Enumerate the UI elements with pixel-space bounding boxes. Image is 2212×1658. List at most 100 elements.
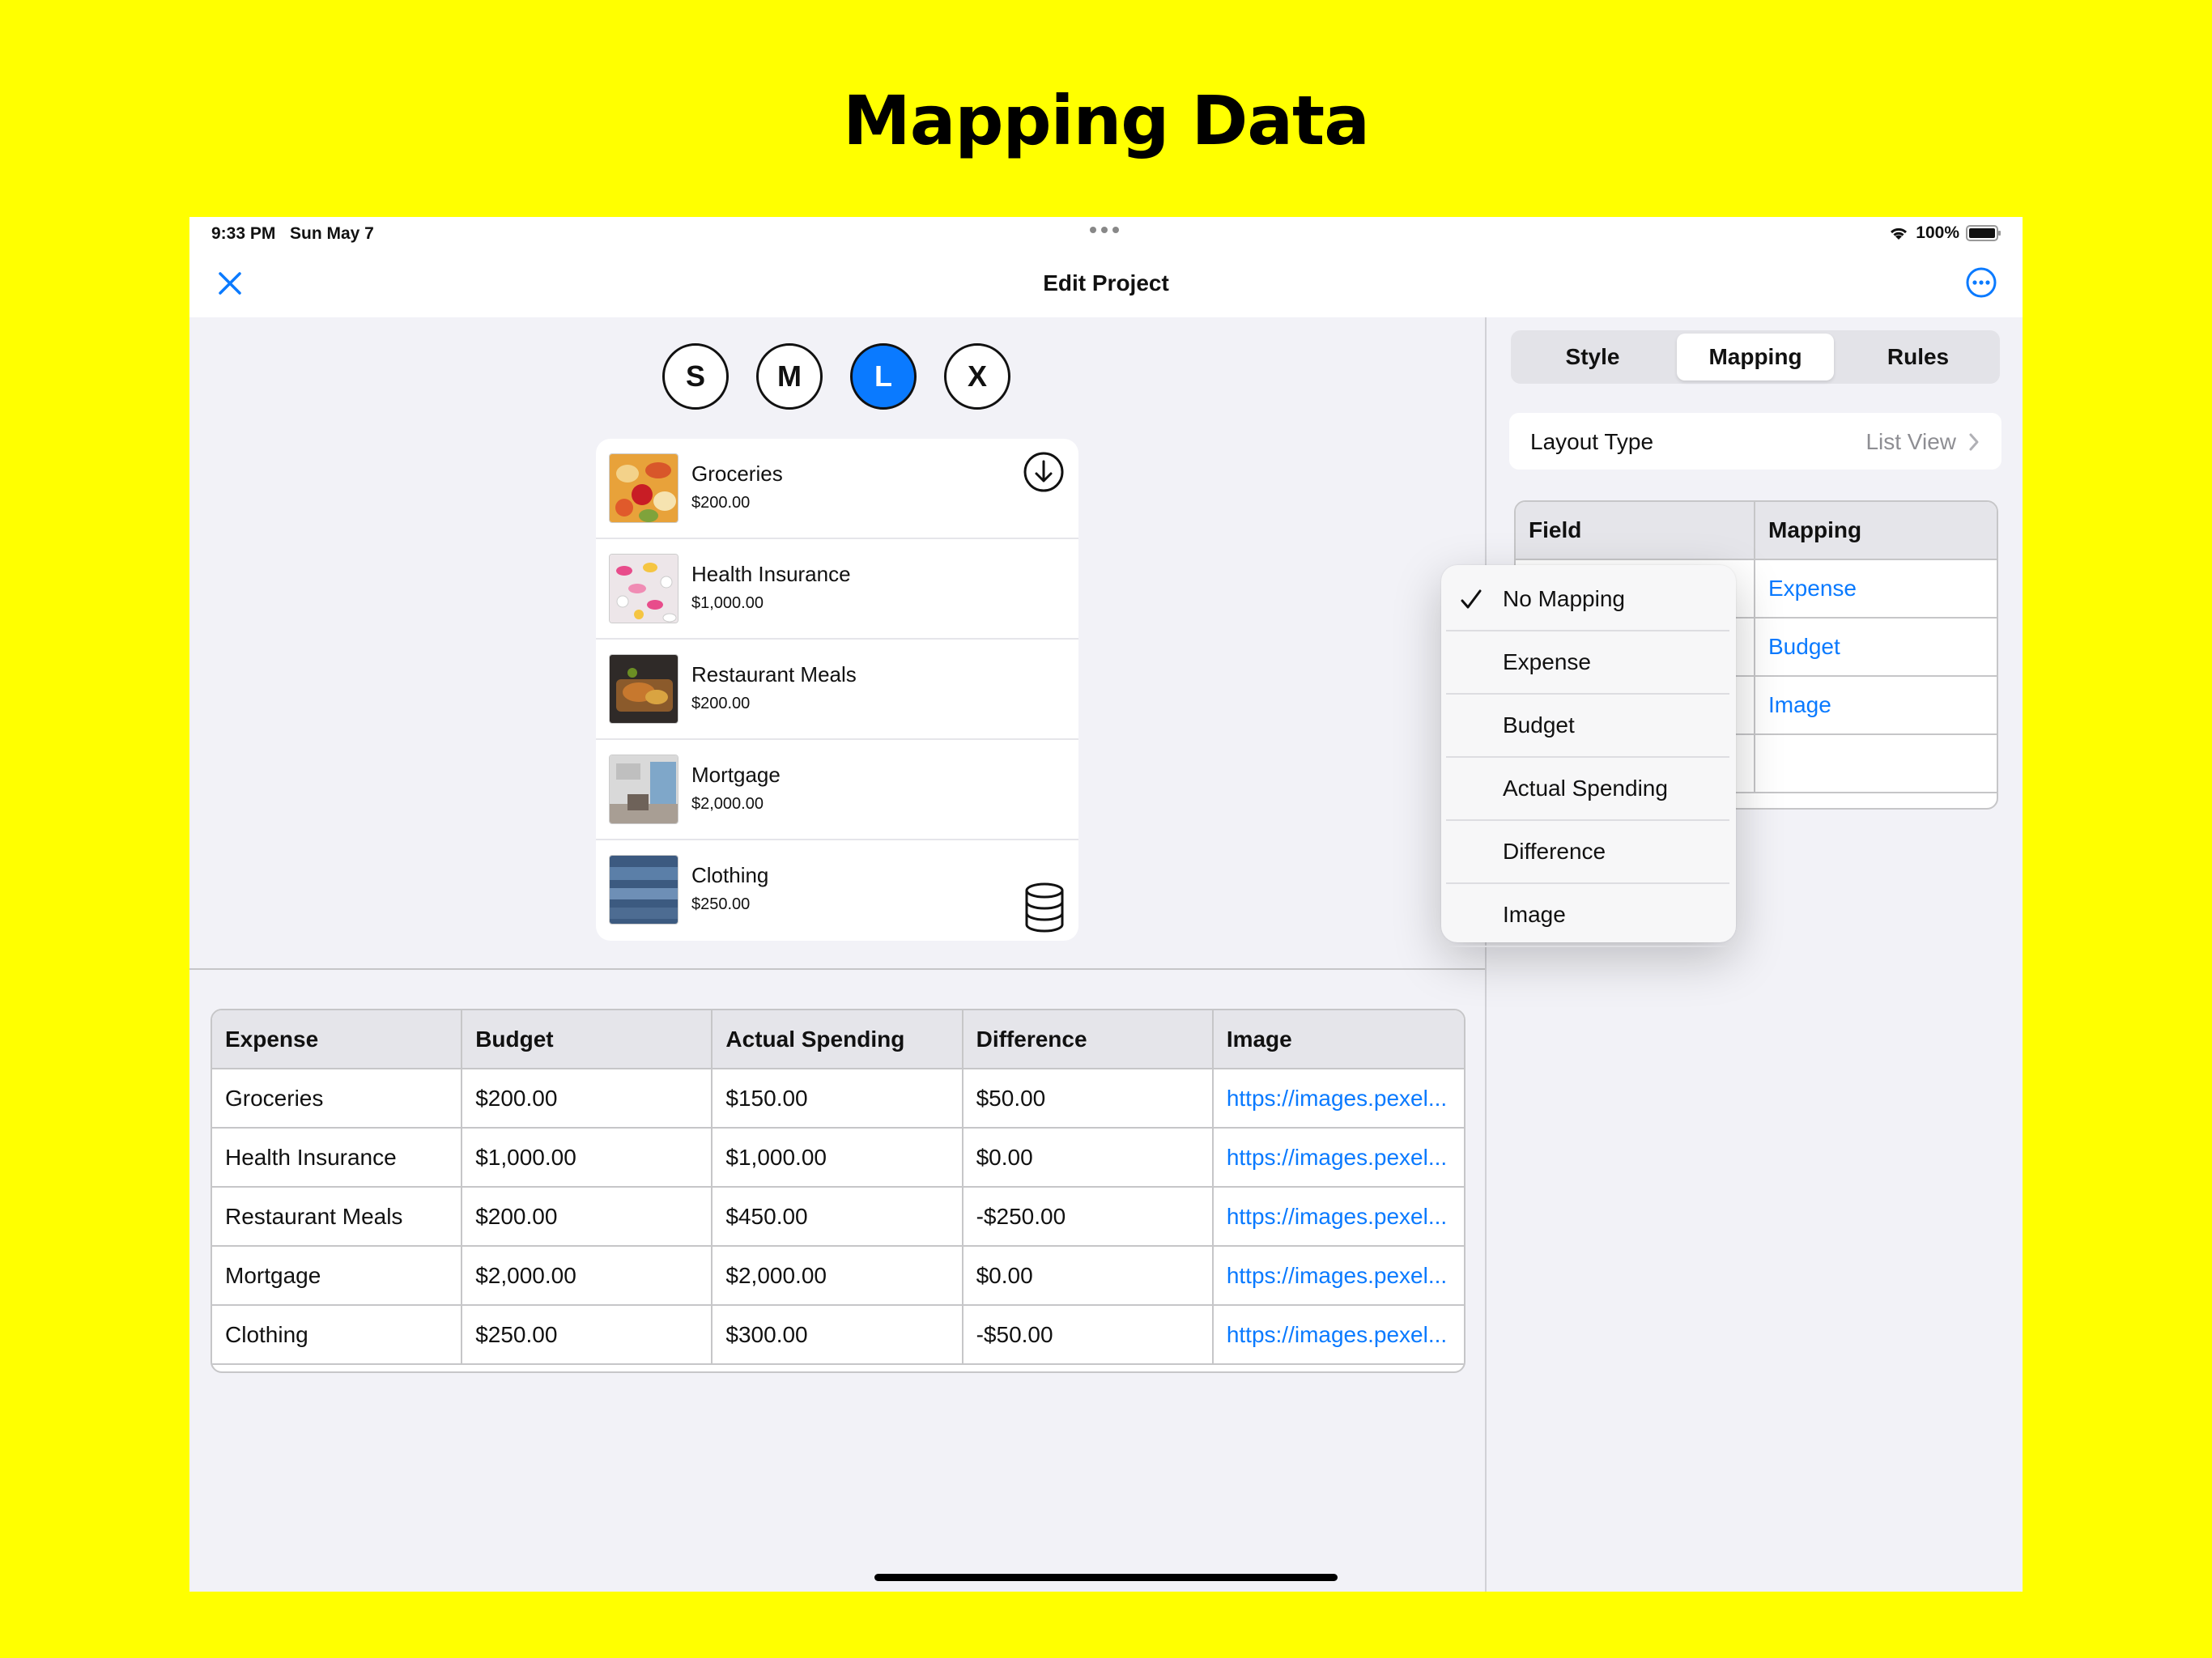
list-item-title: Groceries xyxy=(691,461,783,486)
inspector-tabs: Style Mapping Rules xyxy=(1511,330,2000,384)
table-cell[interactable]: $2,000.00 xyxy=(713,1247,963,1304)
multitasking-dots-icon[interactable] xyxy=(1090,222,1122,238)
table-cell[interactable]: Health Insurance xyxy=(212,1129,463,1186)
menu-item-difference[interactable]: Difference xyxy=(1446,821,1729,884)
home-indicator[interactable] xyxy=(874,1574,1338,1581)
table-header-row: Expense Budget Actual Spending Differenc… xyxy=(212,1010,1464,1069)
menu-item-label: Difference xyxy=(1503,839,1606,864)
preview-divider xyxy=(189,968,1485,970)
list-item[interactable]: Clothing $250.00 xyxy=(596,840,1078,941)
page-headline: Mapping Data xyxy=(843,81,1370,160)
table-cell-link[interactable]: https://images.pexel... xyxy=(1214,1188,1464,1245)
tab-style[interactable]: Style xyxy=(1514,334,1671,380)
list-item-title: Mortgage xyxy=(691,763,781,787)
download-icon[interactable] xyxy=(1022,450,1066,494)
mapping-header-field: Field xyxy=(1516,502,1755,559)
table-row[interactable]: Restaurant Meals $200.00 $450.00 -$250.0… xyxy=(212,1188,1464,1247)
menu-item-label: Image xyxy=(1503,902,1566,927)
table-cell[interactable]: $1,000.00 xyxy=(462,1129,713,1186)
more-options-icon[interactable] xyxy=(1964,266,1998,300)
list-item-title: Clothing xyxy=(691,863,769,887)
data-table: Expense Budget Actual Spending Differenc… xyxy=(211,1009,1465,1373)
mapping-value[interactable]: Image xyxy=(1755,677,1997,733)
mapping-value[interactable] xyxy=(1755,735,1997,792)
table-cell-link[interactable]: https://images.pexel... xyxy=(1214,1069,1464,1127)
table-header-cell: Difference xyxy=(963,1010,1214,1068)
table-cell[interactable]: $200.00 xyxy=(462,1069,713,1127)
list-item-amount: $200.00 xyxy=(691,695,751,712)
table-cell[interactable]: Restaurant Meals xyxy=(212,1188,463,1245)
menu-item-label: Expense xyxy=(1503,649,1591,674)
table-cell[interactable]: $150.00 xyxy=(713,1069,963,1127)
table-row[interactable]: Mortgage $2,000.00 $2,000.00 $0.00 https… xyxy=(212,1247,1464,1306)
table-cell[interactable]: $1,000.00 xyxy=(713,1129,963,1186)
list-item-amount: $1,000.00 xyxy=(691,594,764,612)
mapping-header-mapping: Mapping xyxy=(1768,517,1862,542)
list-item[interactable]: Health Insurance $1,000.00 xyxy=(596,539,1078,640)
clothing-thumbnail xyxy=(609,855,678,925)
table-cell-link[interactable]: https://images.pexel... xyxy=(1214,1306,1464,1363)
list-item-title: Health Insurance xyxy=(691,562,851,586)
list-item-amount: $250.00 xyxy=(691,895,751,913)
groceries-thumbnail xyxy=(609,453,678,523)
mapping-value[interactable]: Expense xyxy=(1755,560,1997,617)
menu-item-no-mapping[interactable]: No Mapping xyxy=(1446,568,1729,631)
table-cell[interactable]: $2,000.00 xyxy=(462,1247,713,1304)
size-button-x[interactable]: X xyxy=(944,343,1010,410)
ipad-screen: 9:33 PM Sun May 7 100% Edit Project S M … xyxy=(189,217,2023,1592)
layout-type-row[interactable]: Layout Type List View xyxy=(1509,413,2001,470)
table-cell[interactable]: -$250.00 xyxy=(963,1188,1214,1245)
split-divider xyxy=(1485,317,1487,1592)
status-date: Sun May 7 xyxy=(290,224,374,243)
size-button-m[interactable]: M xyxy=(756,343,823,410)
table-header-cell: Expense xyxy=(212,1010,463,1068)
table-cell[interactable]: $250.00 xyxy=(462,1306,713,1363)
status-time: 9:33 PM xyxy=(211,224,276,243)
table-cell[interactable]: -$50.00 xyxy=(963,1306,1214,1363)
table-row[interactable]: Health Insurance $1,000.00 $1,000.00 $0.… xyxy=(212,1129,1464,1188)
table-cell[interactable]: Groceries xyxy=(212,1069,463,1127)
table-cell[interactable]: $450.00 xyxy=(713,1188,963,1245)
menu-item-label: Actual Spending xyxy=(1503,776,1668,801)
list-item[interactable]: Groceries $200.00 xyxy=(596,439,1078,539)
table-cell[interactable]: $0.00 xyxy=(963,1247,1214,1304)
table-row[interactable]: Clothing $250.00 $300.00 -$50.00 https:/… xyxy=(212,1306,1464,1365)
layout-type-value: List View xyxy=(1865,429,1956,454)
tab-mapping[interactable]: Mapping xyxy=(1677,334,1834,380)
list-item[interactable]: Mortgage $2,000.00 xyxy=(596,740,1078,840)
mapping-header-row: Field Mapping xyxy=(1516,502,1997,560)
size-selector: S M L X xyxy=(662,343,1010,410)
database-icon[interactable] xyxy=(1022,881,1067,934)
tab-rules[interactable]: Rules xyxy=(1840,334,1997,380)
table-cell[interactable]: $0.00 xyxy=(963,1129,1214,1186)
size-button-s[interactable]: S xyxy=(662,343,729,410)
menu-item-label: Budget xyxy=(1503,712,1575,738)
status-indicators: 100% xyxy=(1888,223,2001,243)
checkmark-icon xyxy=(1461,589,1482,609)
layout-type-label: Layout Type xyxy=(1530,429,1654,454)
nav-title: Edit Project xyxy=(1043,270,1169,295)
mapping-value[interactable]: Budget xyxy=(1755,619,1997,675)
menu-item-image[interactable]: Image xyxy=(1446,884,1729,947)
navigation-bar: Edit Project xyxy=(189,251,2023,317)
size-button-l[interactable]: L xyxy=(850,343,917,410)
table-row[interactable]: Groceries $200.00 $150.00 $50.00 https:/… xyxy=(212,1069,1464,1129)
table-header-cell: Image xyxy=(1226,1026,1292,1052)
pills-thumbnail xyxy=(609,554,678,623)
list-item-amount: $2,000.00 xyxy=(691,795,764,813)
menu-item-budget[interactable]: Budget xyxy=(1446,695,1729,758)
table-cell[interactable]: Mortgage xyxy=(212,1247,463,1304)
battery-percent: 100% xyxy=(1916,223,1959,242)
table-cell[interactable]: $300.00 xyxy=(713,1306,963,1363)
mortgage-thumbnail xyxy=(609,755,678,824)
list-item[interactable]: Restaurant Meals $200.00 xyxy=(596,640,1078,740)
table-cell-link[interactable]: https://images.pexel... xyxy=(1214,1247,1464,1304)
table-cell[interactable]: $200.00 xyxy=(462,1188,713,1245)
table-cell-link[interactable]: https://images.pexel... xyxy=(1214,1129,1464,1186)
list-item-title: Restaurant Meals xyxy=(691,662,857,687)
table-cell[interactable]: $50.00 xyxy=(963,1069,1214,1127)
table-cell[interactable]: Clothing xyxy=(212,1306,463,1363)
menu-item-actual-spending[interactable]: Actual Spending xyxy=(1446,758,1729,821)
menu-item-expense[interactable]: Expense xyxy=(1446,631,1729,695)
list-item-amount: $200.00 xyxy=(691,494,751,512)
